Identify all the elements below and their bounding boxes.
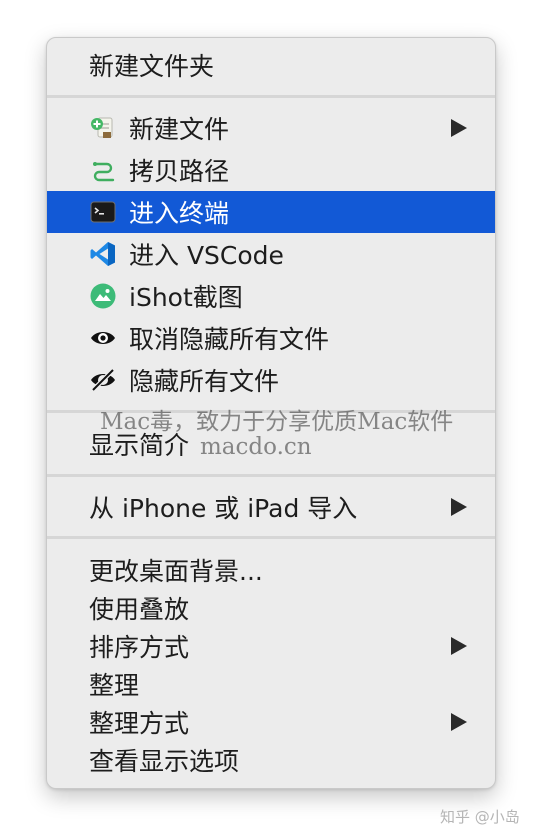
submenu-arrow-icon xyxy=(451,637,467,655)
eye-slash-icon xyxy=(91,368,115,392)
menu-item-label: 新建文件 xyxy=(129,115,230,144)
menu-item-label: 进入终端 xyxy=(129,199,230,228)
menu-item-label: 使用叠放 xyxy=(89,595,190,624)
menu-item-label: 整理方式 xyxy=(89,709,190,738)
new-file-icon xyxy=(91,117,113,138)
watermark-line-2: macdo.cn xyxy=(200,434,312,460)
menu-separator xyxy=(47,474,495,477)
watermark: Mac毒，致力于分享优质Mac软件 macdo.cn xyxy=(100,402,454,460)
menu-item-open-vscode[interactable]: 进入 VSCode xyxy=(47,233,495,275)
menu-item-copy-path[interactable]: 拷贝路径 xyxy=(47,149,495,191)
menu-item-label: 更改桌面背景... xyxy=(89,557,263,586)
menu-separator xyxy=(47,95,495,98)
copy-path-icon xyxy=(93,162,115,182)
submenu-arrow-icon xyxy=(451,498,467,516)
vscode-icon xyxy=(90,242,115,266)
submenu-arrow-icon xyxy=(451,713,467,731)
menu-item-ishot[interactable]: iShot截图 xyxy=(47,275,495,317)
source-credit: 知乎 @小岛 xyxy=(440,808,520,826)
menu-item-use-stacks[interactable]: 使用叠放 xyxy=(47,587,495,629)
watermark-line-1: Mac毒，致力于分享优质Mac软件 xyxy=(100,409,454,435)
menu-item-new-file[interactable]: 新建文件 xyxy=(47,107,495,149)
menu-item-show-hidden-files[interactable]: 取消隐藏所有文件 xyxy=(47,317,495,359)
menu-item-clean-up-by[interactable]: 整理方式 xyxy=(47,701,495,743)
menu-item-label: 整理 xyxy=(89,671,140,700)
terminal-icon xyxy=(90,201,116,223)
menu-item-label: 拷贝路径 xyxy=(129,157,230,186)
menu-separator xyxy=(47,536,495,539)
menu-item-label: 排序方式 xyxy=(89,633,190,662)
menu-item-label: 查看显示选项 xyxy=(89,747,240,776)
submenu-arrow-icon xyxy=(451,119,467,137)
menu-item-open-terminal[interactable]: 进入终端 xyxy=(47,191,495,233)
menu-item-label: 从 iPhone 或 iPad 导入 xyxy=(89,494,358,523)
menu-item-label: 新建文件夹 xyxy=(89,52,215,81)
menu-item-label: 隐藏所有文件 xyxy=(129,367,280,396)
menu-item-sort-by[interactable]: 排序方式 xyxy=(47,625,495,667)
menu-item-label: 取消隐藏所有文件 xyxy=(129,325,330,354)
menu-item-label: iShot截图 xyxy=(129,283,243,312)
menu-item-import-from-iphone[interactable]: 从 iPhone 或 iPad 导入 xyxy=(47,486,495,528)
menu-item-change-desktop-background[interactable]: 更改桌面背景... xyxy=(47,549,495,591)
menu-item-hide-all-files[interactable]: 隐藏所有文件 xyxy=(47,359,495,401)
menu-item-new-folder[interactable]: 新建文件夹 xyxy=(47,44,495,86)
menu-item-show-view-options[interactable]: 查看显示选项 xyxy=(47,739,495,781)
ishot-icon xyxy=(90,283,116,309)
eye-icon xyxy=(91,332,115,344)
menu-item-clean-up[interactable]: 整理 xyxy=(47,663,495,705)
menu-item-label: 进入 VSCode xyxy=(129,241,284,270)
